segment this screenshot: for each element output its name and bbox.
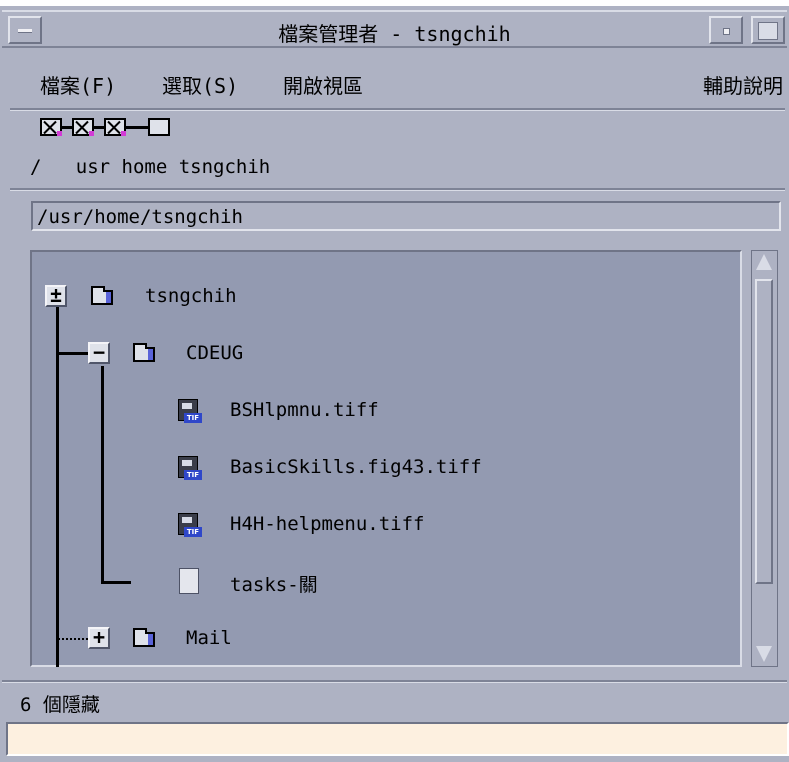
tiff-image-icon[interactable]: TIF	[178, 456, 202, 480]
vertical-scrollbar[interactable]	[751, 250, 778, 667]
expand-collapse-toggle[interactable]: ±	[45, 285, 67, 307]
collapse-toggle[interactable]: −	[88, 342, 110, 364]
scrollbar-thumb[interactable]	[755, 279, 773, 584]
status-text: 6 個隱藏	[20, 694, 100, 716]
scroll-down-arrow-icon[interactable]	[756, 646, 772, 662]
menu-file[interactable]: 檔案(F)	[40, 70, 116, 99]
title-bar[interactable]: 檔案管理者 - tsngchih	[2, 10, 787, 48]
message-field	[6, 722, 789, 756]
tiff-image-icon[interactable]: TIF	[178, 513, 202, 537]
tree-item-mail[interactable]: Mail	[186, 627, 232, 649]
menu-view[interactable]: 開啟視區	[283, 70, 363, 99]
tree-connector	[101, 366, 104, 581]
path-connector	[94, 126, 104, 129]
tiff-image-icon[interactable]: TIF	[178, 399, 202, 423]
maximize-button[interactable]	[751, 16, 785, 44]
path-separator	[10, 188, 785, 191]
folder-home-icon[interactable]	[104, 118, 126, 136]
tree-item-file[interactable]: BSHlpmnu.tiff	[230, 399, 379, 421]
folder-usr-icon[interactable]	[72, 118, 94, 136]
document-icon[interactable]	[179, 568, 199, 594]
path-connector	[62, 126, 72, 129]
expand-toggle[interactable]: +	[88, 627, 110, 649]
menu-separator	[10, 108, 785, 111]
tree-item-tsngchih[interactable]: tsngchih	[145, 285, 237, 307]
tree-connector	[56, 307, 59, 667]
tree-connector	[58, 638, 88, 640]
tree-item-file[interactable]: H4H-helpmenu.tiff	[230, 513, 424, 535]
tree-connector	[56, 352, 88, 355]
folder-root-icon[interactable]	[40, 118, 62, 136]
folder-tsngchih-icon[interactable]	[148, 118, 170, 136]
folder-icon[interactable]	[133, 628, 155, 647]
folder-icon[interactable]	[91, 286, 113, 305]
path-connector	[126, 126, 148, 129]
path-labels: / usr home tsngchih	[30, 156, 271, 178]
tree-connector	[101, 581, 131, 584]
path-field[interactable]: /usr/home/tsngchih	[31, 201, 781, 231]
folder-icon[interactable]	[133, 343, 155, 362]
window-title: 檔案管理者 - tsngchih	[278, 22, 511, 46]
scroll-up-arrow-icon[interactable]	[756, 254, 772, 270]
menu-help[interactable]: 輔助說明	[703, 70, 783, 99]
status-separator	[2, 680, 787, 683]
tree-item-cdeug[interactable]: CDEUG	[186, 342, 243, 364]
tree-item-file[interactable]: BasicSkills.fig43.tiff	[230, 456, 482, 478]
menu-select[interactable]: 選取(S)	[162, 70, 238, 99]
tree-item-file[interactable]: tasks-關	[230, 570, 318, 597]
folder-tree: ± tsngchih − CDEUG TIF BSHlpmnu.tiff TIF…	[30, 250, 742, 667]
minimize-button[interactable]	[709, 16, 743, 44]
menu-bar: 檔案(F) 選取(S) 開啟視區 輔助說明	[2, 60, 787, 104]
